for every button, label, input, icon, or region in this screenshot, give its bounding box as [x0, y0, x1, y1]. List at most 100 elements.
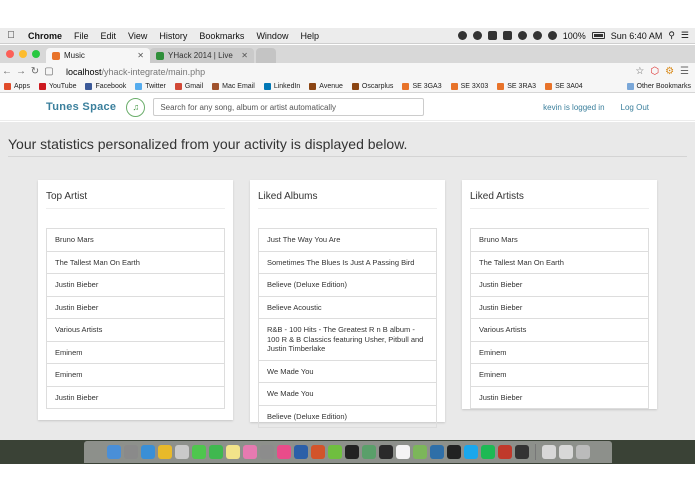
list-item[interactable]: Eminem — [47, 342, 224, 364]
menu-edit[interactable]: Edit — [95, 31, 123, 41]
menu-bookmarks[interactable]: Bookmarks — [193, 31, 250, 41]
documents-folder-icon[interactable] — [541, 445, 556, 459]
clock[interactable]: Sun 6:40 AM — [611, 31, 663, 41]
bookmark-se-3ra3[interactable]: SE 3RA3 — [497, 82, 536, 90]
atom-icon[interactable] — [361, 445, 376, 459]
close-window-icon[interactable] — [6, 50, 14, 58]
list-item[interactable]: We Made You — [259, 361, 436, 383]
bookmark-twitter[interactable]: Twitter — [135, 82, 166, 90]
time-machine-icon[interactable] — [517, 31, 527, 40]
menu-view[interactable]: View — [122, 31, 153, 41]
notification-center-icon[interactable]: ☰ — [681, 30, 689, 41]
apple-icon[interactable]:  — [0, 30, 22, 41]
bookmark-facebook[interactable]: Facebook — [85, 82, 126, 90]
close-tab-icon[interactable]: ✕ — [241, 51, 248, 60]
list-item[interactable]: Eminem — [47, 364, 224, 387]
list-item[interactable]: Believe Acoustic — [259, 297, 436, 319]
downloads-folder-icon[interactable] — [558, 445, 573, 459]
upwork-icon[interactable] — [327, 445, 342, 459]
menu-file[interactable]: File — [68, 31, 95, 41]
beats-icon[interactable] — [487, 31, 497, 40]
bookmark-oscarplus[interactable]: Oscarplus — [351, 82, 393, 90]
minimize-window-icon[interactable] — [19, 50, 27, 58]
bookmark-star-icon[interactable]: ☆ — [635, 66, 644, 77]
tab-music[interactable]: Music ✕ — [46, 48, 150, 63]
launchpad-icon[interactable] — [123, 445, 138, 459]
list-item[interactable]: Eminem — [471, 342, 648, 364]
list-item[interactable]: Justin Bieber — [471, 297, 648, 319]
sourcetree-icon[interactable] — [429, 445, 444, 459]
volume-icon[interactable] — [547, 31, 557, 40]
list-item[interactable]: Believe (Deluxe Edition) — [259, 406, 436, 428]
new-tab-button[interactable] — [256, 48, 276, 63]
bookmark-other[interactable]: Other Bookmarks — [626, 82, 691, 90]
battery-icon[interactable] — [591, 32, 605, 39]
wifi-icon[interactable] — [532, 31, 542, 40]
finder-icon[interactable] — [106, 445, 121, 459]
bookmark-se-3a04[interactable]: SE 3A04 — [545, 82, 583, 90]
menu-history[interactable]: History — [153, 31, 193, 41]
menu-app-name[interactable]: Chrome — [22, 31, 68, 41]
itunes-icon[interactable] — [276, 445, 291, 459]
chrome-icon[interactable] — [157, 445, 172, 459]
safari-icon[interactable] — [140, 445, 155, 459]
reload-icon[interactable]: ↻ — [28, 66, 42, 77]
spotify-icon[interactable] — [480, 445, 495, 459]
bookmark-apps[interactable]: Apps — [4, 82, 30, 90]
list-item[interactable]: The Tallest Man On Earth — [47, 252, 224, 274]
trash-icon[interactable] — [575, 445, 590, 459]
zoom-window-icon[interactable] — [32, 50, 40, 58]
list-item[interactable]: Various Artists — [47, 319, 224, 342]
android-studio-icon[interactable] — [412, 445, 427, 459]
list-item[interactable]: Justin Bieber — [47, 387, 224, 409]
list-item[interactable]: Just The Way You Are — [259, 229, 436, 252]
system-preferences-icon[interactable] — [259, 445, 274, 459]
activity-monitor-icon[interactable] — [514, 445, 529, 459]
github-icon[interactable] — [344, 445, 359, 459]
menu-window[interactable]: Window — [250, 31, 294, 41]
facetime-icon[interactable] — [208, 445, 223, 459]
list-item[interactable]: R&B - 100 Hits - The Greatest R n B albu… — [259, 319, 436, 361]
logout-link[interactable]: Log Out — [621, 103, 649, 112]
calendar-icon[interactable] — [395, 445, 410, 459]
page-info-icon[interactable]: ▢ — [42, 66, 56, 77]
filezilla-icon[interactable] — [497, 445, 512, 459]
vpn-icon[interactable] — [472, 31, 482, 40]
forward-arrow-icon[interactable]: → — [14, 66, 28, 77]
back-arrow-icon[interactable]: ← — [0, 66, 14, 77]
powerpoint-icon[interactable] — [310, 445, 325, 459]
brand-name[interactable]: Tunes Space — [46, 101, 116, 113]
menu-help[interactable]: Help — [294, 31, 325, 41]
list-item[interactable]: Justin Bieber — [471, 387, 648, 409]
list-item[interactable]: Believe (Deluxe Edition) — [259, 274, 436, 297]
list-item[interactable]: Justin Bieber — [471, 274, 648, 297]
notes-icon[interactable] — [225, 445, 240, 459]
iterm-icon[interactable] — [446, 445, 461, 459]
dropbox-icon[interactable] — [457, 31, 467, 40]
list-item[interactable]: We Made You — [259, 383, 436, 406]
extension-icon[interactable]: ⚙ — [665, 66, 674, 77]
list-item[interactable]: Eminem — [471, 364, 648, 387]
bookmark-linkedin[interactable]: LinkedIn — [263, 82, 300, 90]
bookmark-se-3ga3[interactable]: SE 3GA3 — [402, 82, 442, 90]
tab-yhack[interactable]: YHack 2014 | Live ✕ — [150, 48, 254, 63]
spotlight-icon[interactable]: ⚲ — [668, 30, 675, 41]
list-item[interactable]: Justin Bieber — [47, 274, 224, 297]
terminal-icon[interactable] — [378, 445, 393, 459]
bookmark-youtube[interactable]: YouTube — [38, 82, 76, 90]
close-tab-icon[interactable]: ✕ — [137, 51, 144, 60]
word-icon[interactable] — [293, 445, 308, 459]
bookmark-se-3x03[interactable]: SE 3X03 — [450, 82, 488, 90]
bookmark-avenue[interactable]: Avenue — [309, 82, 343, 90]
bookmark-gmail[interactable]: Gmail — [174, 82, 203, 90]
search-input[interactable] — [153, 98, 425, 116]
list-item[interactable]: The Tallest Man On Earth — [471, 252, 648, 274]
messages-icon[interactable] — [191, 445, 206, 459]
preview-icon[interactable] — [174, 445, 189, 459]
list-item[interactable]: Sometimes The Blues Is Just A Passing Bi… — [259, 252, 436, 274]
photos-icon[interactable] — [242, 445, 257, 459]
url-field[interactable]: localhost/yhack-integrate/main.php — [66, 67, 205, 77]
bookmark-mac-email[interactable]: Mac Email — [212, 82, 255, 90]
list-item[interactable]: Bruno Mars — [47, 229, 224, 252]
adblock-icon[interactable]: ⬡ — [650, 66, 659, 77]
